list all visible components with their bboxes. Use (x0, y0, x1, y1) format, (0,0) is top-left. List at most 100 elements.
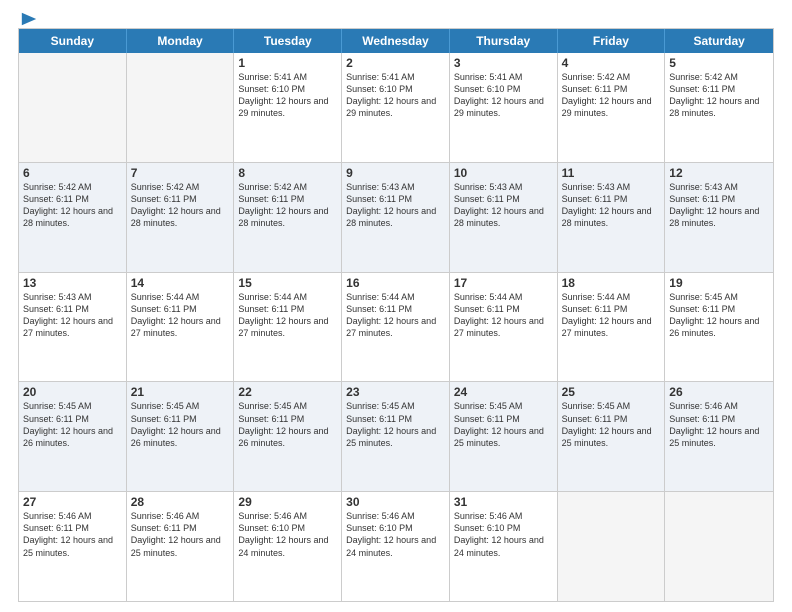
calendar-cell-week3-day1: 13Sunrise: 5:43 AM Sunset: 6:11 PM Dayli… (19, 273, 127, 382)
calendar-cell-week2-day1: 6Sunrise: 5:42 AM Sunset: 6:11 PM Daylig… (19, 163, 127, 272)
day-number: 3 (454, 56, 553, 70)
day-number: 23 (346, 385, 445, 399)
calendar-cell-week4-day2: 21Sunrise: 5:45 AM Sunset: 6:11 PM Dayli… (127, 382, 235, 491)
day-info: Sunrise: 5:45 AM Sunset: 6:11 PM Dayligh… (23, 400, 122, 449)
day-info: Sunrise: 5:42 AM Sunset: 6:11 PM Dayligh… (238, 181, 337, 230)
calendar-cell-week2-day4: 9Sunrise: 5:43 AM Sunset: 6:11 PM Daylig… (342, 163, 450, 272)
calendar-cell-week2-day2: 7Sunrise: 5:42 AM Sunset: 6:11 PM Daylig… (127, 163, 235, 272)
calendar-cell-week1-day1 (19, 53, 127, 162)
day-info: Sunrise: 5:46 AM Sunset: 6:10 PM Dayligh… (238, 510, 337, 559)
calendar-cell-week2-day7: 12Sunrise: 5:43 AM Sunset: 6:11 PM Dayli… (665, 163, 773, 272)
calendar-cell-week4-day6: 25Sunrise: 5:45 AM Sunset: 6:11 PM Dayli… (558, 382, 666, 491)
calendar-cell-week4-day7: 26Sunrise: 5:46 AM Sunset: 6:11 PM Dayli… (665, 382, 773, 491)
day-info: Sunrise: 5:45 AM Sunset: 6:11 PM Dayligh… (669, 291, 769, 340)
calendar-cell-week5-day2: 28Sunrise: 5:46 AM Sunset: 6:11 PM Dayli… (127, 492, 235, 601)
calendar-body: 1Sunrise: 5:41 AM Sunset: 6:10 PM Daylig… (19, 53, 773, 601)
calendar-header-row: SundayMondayTuesdayWednesdayThursdayFrid… (19, 29, 773, 53)
day-number: 10 (454, 166, 553, 180)
calendar-header-saturday: Saturday (665, 29, 773, 53)
day-number: 1 (238, 56, 337, 70)
day-number: 14 (131, 276, 230, 290)
calendar-cell-week2-day3: 8Sunrise: 5:42 AM Sunset: 6:11 PM Daylig… (234, 163, 342, 272)
day-info: Sunrise: 5:46 AM Sunset: 6:11 PM Dayligh… (23, 510, 122, 559)
day-number: 12 (669, 166, 769, 180)
calendar-cell-week1-day2 (127, 53, 235, 162)
day-number: 7 (131, 166, 230, 180)
day-number: 8 (238, 166, 337, 180)
day-info: Sunrise: 5:46 AM Sunset: 6:10 PM Dayligh… (346, 510, 445, 559)
day-number: 21 (131, 385, 230, 399)
day-number: 6 (23, 166, 122, 180)
calendar-cell-week3-day5: 17Sunrise: 5:44 AM Sunset: 6:11 PM Dayli… (450, 273, 558, 382)
day-info: Sunrise: 5:42 AM Sunset: 6:11 PM Dayligh… (23, 181, 122, 230)
day-info: Sunrise: 5:46 AM Sunset: 6:11 PM Dayligh… (669, 400, 769, 449)
day-info: Sunrise: 5:44 AM Sunset: 6:11 PM Dayligh… (562, 291, 661, 340)
calendar-header-tuesday: Tuesday (234, 29, 342, 53)
logo-flag-icon (20, 10, 38, 28)
day-info: Sunrise: 5:43 AM Sunset: 6:11 PM Dayligh… (562, 181, 661, 230)
calendar-header-thursday: Thursday (450, 29, 558, 53)
calendar-week-5: 27Sunrise: 5:46 AM Sunset: 6:11 PM Dayli… (19, 492, 773, 601)
day-info: Sunrise: 5:42 AM Sunset: 6:11 PM Dayligh… (669, 71, 769, 120)
day-number: 25 (562, 385, 661, 399)
calendar-cell-week5-day4: 30Sunrise: 5:46 AM Sunset: 6:10 PM Dayli… (342, 492, 450, 601)
day-number: 2 (346, 56, 445, 70)
page: SundayMondayTuesdayWednesdayThursdayFrid… (0, 0, 792, 612)
day-info: Sunrise: 5:42 AM Sunset: 6:11 PM Dayligh… (562, 71, 661, 120)
calendar-cell-week5-day5: 31Sunrise: 5:46 AM Sunset: 6:10 PM Dayli… (450, 492, 558, 601)
calendar-header-sunday: Sunday (19, 29, 127, 53)
day-number: 5 (669, 56, 769, 70)
day-info: Sunrise: 5:41 AM Sunset: 6:10 PM Dayligh… (238, 71, 337, 120)
logo (18, 10, 38, 24)
calendar-cell-week3-day6: 18Sunrise: 5:44 AM Sunset: 6:11 PM Dayli… (558, 273, 666, 382)
day-number: 16 (346, 276, 445, 290)
day-info: Sunrise: 5:44 AM Sunset: 6:11 PM Dayligh… (346, 291, 445, 340)
day-number: 31 (454, 495, 553, 509)
calendar-cell-week5-day3: 29Sunrise: 5:46 AM Sunset: 6:10 PM Dayli… (234, 492, 342, 601)
day-number: 18 (562, 276, 661, 290)
day-info: Sunrise: 5:45 AM Sunset: 6:11 PM Dayligh… (562, 400, 661, 449)
day-info: Sunrise: 5:42 AM Sunset: 6:11 PM Dayligh… (131, 181, 230, 230)
calendar-cell-week3-day2: 14Sunrise: 5:44 AM Sunset: 6:11 PM Dayli… (127, 273, 235, 382)
day-number: 27 (23, 495, 122, 509)
calendar-cell-week1-day4: 2Sunrise: 5:41 AM Sunset: 6:10 PM Daylig… (342, 53, 450, 162)
day-info: Sunrise: 5:45 AM Sunset: 6:11 PM Dayligh… (454, 400, 553, 449)
day-number: 24 (454, 385, 553, 399)
calendar-cell-week3-day4: 16Sunrise: 5:44 AM Sunset: 6:11 PM Dayli… (342, 273, 450, 382)
day-number: 11 (562, 166, 661, 180)
calendar-cell-week2-day5: 10Sunrise: 5:43 AM Sunset: 6:11 PM Dayli… (450, 163, 558, 272)
day-info: Sunrise: 5:44 AM Sunset: 6:11 PM Dayligh… (454, 291, 553, 340)
calendar-cell-week5-day7 (665, 492, 773, 601)
day-info: Sunrise: 5:43 AM Sunset: 6:11 PM Dayligh… (669, 181, 769, 230)
day-number: 26 (669, 385, 769, 399)
day-number: 29 (238, 495, 337, 509)
day-number: 22 (238, 385, 337, 399)
calendar-cell-week4-day3: 22Sunrise: 5:45 AM Sunset: 6:11 PM Dayli… (234, 382, 342, 491)
day-number: 28 (131, 495, 230, 509)
header (18, 10, 774, 24)
calendar-cell-week4-day1: 20Sunrise: 5:45 AM Sunset: 6:11 PM Dayli… (19, 382, 127, 491)
calendar-header-monday: Monday (127, 29, 235, 53)
calendar-cell-week3-day7: 19Sunrise: 5:45 AM Sunset: 6:11 PM Dayli… (665, 273, 773, 382)
day-number: 17 (454, 276, 553, 290)
calendar-cell-week4-day4: 23Sunrise: 5:45 AM Sunset: 6:11 PM Dayli… (342, 382, 450, 491)
day-info: Sunrise: 5:46 AM Sunset: 6:11 PM Dayligh… (131, 510, 230, 559)
calendar-week-2: 6Sunrise: 5:42 AM Sunset: 6:11 PM Daylig… (19, 163, 773, 273)
calendar-cell-week1-day3: 1Sunrise: 5:41 AM Sunset: 6:10 PM Daylig… (234, 53, 342, 162)
calendar: SundayMondayTuesdayWednesdayThursdayFrid… (18, 28, 774, 602)
day-info: Sunrise: 5:43 AM Sunset: 6:11 PM Dayligh… (23, 291, 122, 340)
calendar-header-friday: Friday (558, 29, 666, 53)
calendar-cell-week3-day3: 15Sunrise: 5:44 AM Sunset: 6:11 PM Dayli… (234, 273, 342, 382)
day-info: Sunrise: 5:44 AM Sunset: 6:11 PM Dayligh… (238, 291, 337, 340)
day-number: 9 (346, 166, 445, 180)
calendar-week-1: 1Sunrise: 5:41 AM Sunset: 6:10 PM Daylig… (19, 53, 773, 163)
day-info: Sunrise: 5:43 AM Sunset: 6:11 PM Dayligh… (454, 181, 553, 230)
calendar-cell-week1-day7: 5Sunrise: 5:42 AM Sunset: 6:11 PM Daylig… (665, 53, 773, 162)
day-info: Sunrise: 5:46 AM Sunset: 6:10 PM Dayligh… (454, 510, 553, 559)
day-number: 19 (669, 276, 769, 290)
calendar-week-4: 20Sunrise: 5:45 AM Sunset: 6:11 PM Dayli… (19, 382, 773, 492)
calendar-header-wednesday: Wednesday (342, 29, 450, 53)
calendar-week-3: 13Sunrise: 5:43 AM Sunset: 6:11 PM Dayli… (19, 273, 773, 383)
calendar-cell-week5-day6 (558, 492, 666, 601)
day-info: Sunrise: 5:44 AM Sunset: 6:11 PM Dayligh… (131, 291, 230, 340)
